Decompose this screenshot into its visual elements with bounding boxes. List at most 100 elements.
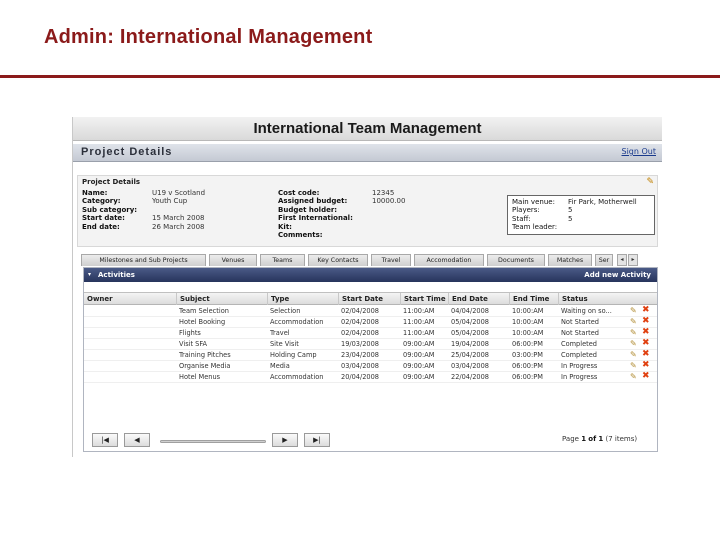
cell-end-time: 06:00:PM — [512, 340, 543, 348]
add-activity-link[interactable]: Add new Activity — [584, 269, 651, 281]
detail-label: Sub category: — [82, 205, 138, 214]
detail-row: Sub category: — [82, 206, 205, 214]
column-header-end-time[interactable]: End Time — [509, 293, 558, 305]
delete-x-icon[interactable]: ✖ — [642, 361, 650, 370]
cell-start-date: 23/04/2008 — [341, 351, 380, 359]
venue-label: Main venue: — [512, 198, 555, 206]
previous-page-button[interactable]: ◀ — [124, 433, 150, 447]
tab-teams[interactable]: Teams — [260, 254, 305, 266]
cell-owner — [84, 306, 176, 316]
table-row[interactable]: Hotel Booking Accommodation 02/04/2008 1… — [84, 317, 657, 328]
cell-subject: Training Pitches — [179, 351, 231, 359]
table-row[interactable]: Hotel Menus Accommodation 20/04/2008 09:… — [84, 372, 657, 383]
detail-label: Budget holder: — [278, 205, 338, 214]
venue-value: 5 — [568, 206, 573, 215]
cell-end-date: 25/04/2008 — [451, 351, 490, 359]
cell-type: Holding Camp — [270, 351, 317, 359]
cell-subject: Visit SFA — [179, 340, 208, 348]
detail-label: Kit: — [278, 222, 292, 231]
cell-owner — [84, 339, 176, 349]
page-info: Page 1 of 1 (7 items) — [562, 435, 637, 443]
delete-x-icon[interactable]: ✖ — [642, 350, 650, 359]
detail-row: First International: — [278, 214, 405, 222]
venue-summary-box: Main venue: Fir Park, Motherwell Players:… — [507, 195, 655, 235]
column-header-type[interactable]: Type — [267, 293, 338, 305]
cell-status: In Progress — [561, 373, 598, 381]
cell-type: Site Visit — [270, 340, 299, 348]
cell-owner — [84, 361, 176, 371]
venue-value: 5 — [568, 214, 573, 223]
delete-x-icon[interactable]: ✖ — [642, 372, 650, 381]
table-row[interactable]: Visit SFA Site Visit 19/03/2008 09:00:AM… — [84, 339, 657, 350]
detail-label: Name: — [82, 189, 108, 197]
cell-end-date: 04/04/2008 — [451, 307, 490, 315]
column-header-owner[interactable]: Owner — [84, 293, 176, 305]
collapse-chevron-icon[interactable]: ▾ — [88, 271, 91, 278]
last-page-button[interactable]: ▶| — [304, 433, 330, 447]
edit-pencil-icon[interactable]: ✎ — [630, 373, 637, 381]
venue-label: Players: — [512, 206, 540, 215]
cell-start-date: 19/03/2008 — [341, 340, 380, 348]
edit-details-icon[interactable]: ✎ — [646, 177, 654, 187]
edit-pencil-icon[interactable]: ✎ — [630, 307, 637, 315]
cell-subject: Team Selection — [179, 307, 229, 315]
detail-value: 26 March 2008 — [152, 222, 205, 231]
table-row[interactable]: Flights Travel 02/04/2008 11:00:AM 05/04… — [84, 328, 657, 339]
tab-accomodation[interactable]: Accomodation — [414, 254, 484, 266]
table-row[interactable]: Organise Media Media 03/04/2008 09:00:AM… — [84, 361, 657, 372]
detail-row: Start date: 15 March 2008 — [82, 214, 205, 222]
first-page-button[interactable]: |◀ — [92, 433, 118, 447]
venue-label: Staff: — [512, 214, 531, 223]
delete-x-icon[interactable]: ✖ — [642, 328, 650, 337]
column-header-start-date[interactable]: Start Date — [338, 293, 400, 305]
table-row[interactable]: Training Pitches Holding Camp 23/04/2008… — [84, 350, 657, 361]
next-page-button[interactable]: ▶ — [272, 433, 298, 447]
tab-milestones[interactable]: Milestones and Sub Projects — [81, 254, 206, 266]
cell-type: Accommodation — [270, 318, 324, 326]
edit-pencil-icon[interactable]: ✎ — [630, 362, 637, 370]
cell-end-time: 10:00:AM — [512, 307, 544, 315]
cell-end-time: 10:00:AM — [512, 318, 544, 326]
detail-row: Budget holder: — [278, 206, 405, 214]
detail-value: 12345 — [372, 189, 395, 197]
detail-value: Youth Cup — [152, 197, 188, 206]
cell-start-time: 11:00:AM — [403, 318, 435, 326]
page-of-label: of — [588, 435, 597, 443]
tab-documents[interactable]: Documents — [487, 254, 545, 266]
tab-strip: Milestones and Sub Projects Venues Teams… — [81, 252, 661, 266]
column-header-end-date[interactable]: End Date — [448, 293, 509, 305]
tab-scroll-left-button[interactable]: ◂ — [617, 254, 627, 266]
column-header-start-time[interactable]: Start Time — [400, 293, 448, 305]
edit-pencil-icon[interactable]: ✎ — [630, 329, 637, 337]
detail-row: Kit: — [278, 223, 405, 231]
venue-label: Team leader: — [512, 223, 558, 232]
delete-x-icon[interactable]: ✖ — [642, 306, 650, 315]
tab-matches[interactable]: Matches — [548, 254, 592, 266]
delete-x-icon[interactable]: ✖ — [642, 339, 650, 348]
cell-end-time: 03:00:PM — [512, 351, 543, 359]
column-header-status[interactable]: Status — [558, 293, 657, 305]
cell-start-date: 02/04/2008 — [341, 307, 380, 315]
tab-travel[interactable]: Travel — [371, 254, 411, 266]
items-count: (7 items) — [605, 435, 638, 443]
edit-pencil-icon[interactable]: ✎ — [630, 340, 637, 348]
cell-end-time: 06:00:PM — [512, 362, 543, 370]
project-details-bar: Project Details Sign Out — [73, 144, 662, 162]
cell-start-time: 09:00:AM — [403, 351, 435, 359]
cell-type: Selection — [270, 307, 301, 315]
venue-row: Players: 5 — [512, 206, 650, 214]
page-slider[interactable] — [160, 440, 266, 443]
tab-scroll-right-button[interactable]: ▸ — [628, 254, 638, 266]
sign-out-link[interactable]: Sign Out — [622, 147, 657, 156]
cell-owner — [84, 328, 176, 338]
edit-pencil-icon[interactable]: ✎ — [630, 318, 637, 326]
tab-venues[interactable]: Venues — [209, 254, 257, 266]
detail-label: First International: — [278, 214, 353, 223]
column-header-subject[interactable]: Subject — [176, 293, 267, 305]
edit-pencil-icon[interactable]: ✎ — [630, 351, 637, 359]
tab-services[interactable]: Ser — [595, 254, 613, 266]
details-left-column: Name: U19 v Scotland Category: Youth Cup S… — [82, 189, 205, 231]
delete-x-icon[interactable]: ✖ — [642, 317, 650, 326]
table-row[interactable]: Team Selection Selection 02/04/2008 11:0… — [84, 306, 657, 317]
tab-key-contacts[interactable]: Key Contacts — [308, 254, 368, 266]
